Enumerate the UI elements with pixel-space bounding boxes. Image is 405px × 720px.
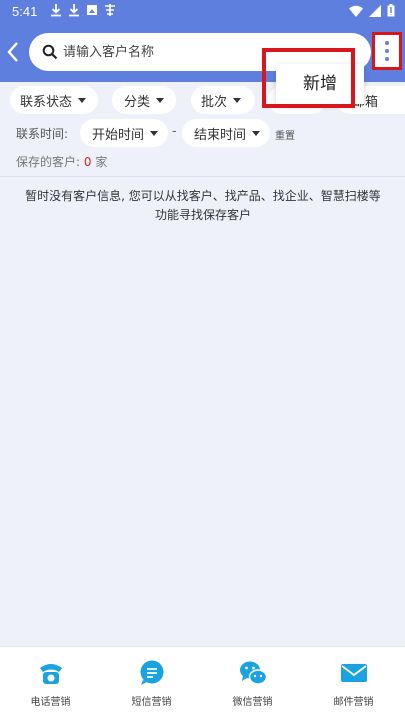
filter-label: 分类 (124, 94, 151, 110)
mail-icon (341, 664, 367, 682)
chevron-left-icon (7, 42, 18, 62)
bottom-navigation: 电话营销 短信营销 微信营销 邮件营销 (0, 646, 405, 720)
tab-label: 短信营销 (131, 697, 172, 708)
tab-mail-marketing[interactable]: 邮件营销 (303, 647, 404, 720)
image-notification-icon (86, 3, 98, 17)
wechat-icon (240, 661, 267, 685)
end-time-picker[interactable]: 结束时间 (182, 119, 270, 147)
battery-icon (387, 4, 395, 21)
tab-label: 邮件营销 (333, 697, 374, 708)
overflow-popup-menu: 新增 (276, 64, 364, 104)
tab-wechat-marketing[interactable]: 微信营销 (202, 647, 303, 720)
time-range-separator: - (172, 124, 177, 139)
saved-unit: 家 (91, 155, 108, 169)
start-time-picker[interactable]: 开始时间 (80, 119, 168, 147)
download-icon (68, 3, 80, 17)
tab-phone-marketing[interactable]: 电话营销 (0, 647, 101, 720)
contact-time-row: 联系时间: 开始时间 - 结束时间 重置 (0, 118, 405, 148)
filter-label: 联系状态 (20, 94, 73, 110)
contact-time-label: 联系时间: (16, 127, 69, 141)
search-input[interactable] (63, 41, 353, 63)
system-icons (349, 4, 395, 21)
sms-icon (140, 660, 164, 685)
saved-count: 0 (83, 155, 92, 169)
search-icon (42, 44, 58, 60)
tab-label: 电话营销 (30, 697, 71, 708)
filter-contact-status[interactable]: 联系状态 (10, 86, 98, 114)
dropdown-caret-icon (252, 130, 261, 136)
dropdown-caret-icon (156, 97, 165, 103)
filter-category[interactable]: 分类 (112, 86, 176, 114)
divider (0, 176, 405, 177)
dropdown-caret-icon (150, 130, 159, 136)
notification-icons (50, 3, 116, 17)
more-menu-button[interactable] (372, 32, 402, 70)
empty-state-message: 暂时没有客户信息, 您可以从找客户、找产品、找企业、智慧扫楼等功能寻找保存客户 (25, 189, 381, 222)
more-vertical-icon (385, 41, 389, 45)
filter-batch[interactable]: 批次 (191, 86, 255, 114)
status-time: 5:41 (12, 4, 38, 19)
start-time-label: 开始时间 (92, 127, 145, 143)
back-button[interactable] (4, 40, 24, 64)
tab-sms-marketing[interactable]: 短信营销 (101, 647, 202, 720)
status-bar: 5:41 (0, 0, 405, 24)
menu-item-add[interactable]: 新增 (276, 64, 364, 104)
app-notification-icon (104, 3, 116, 17)
signal-icon (369, 4, 381, 21)
saved-label: 保存的客户: (16, 155, 84, 169)
tab-label: 微信营销 (232, 697, 273, 708)
phone-icon (40, 664, 62, 684)
wifi-icon (349, 5, 363, 21)
reset-button[interactable]: 重置 (275, 127, 295, 142)
download-icon (50, 3, 62, 17)
dropdown-caret-icon (233, 97, 242, 103)
end-time-label: 结束时间 (194, 127, 247, 143)
dropdown-caret-icon (78, 97, 87, 103)
saved-customers-summary: 保存的客户: 0 家 (16, 153, 107, 170)
filter-label: 批次 (201, 94, 228, 110)
